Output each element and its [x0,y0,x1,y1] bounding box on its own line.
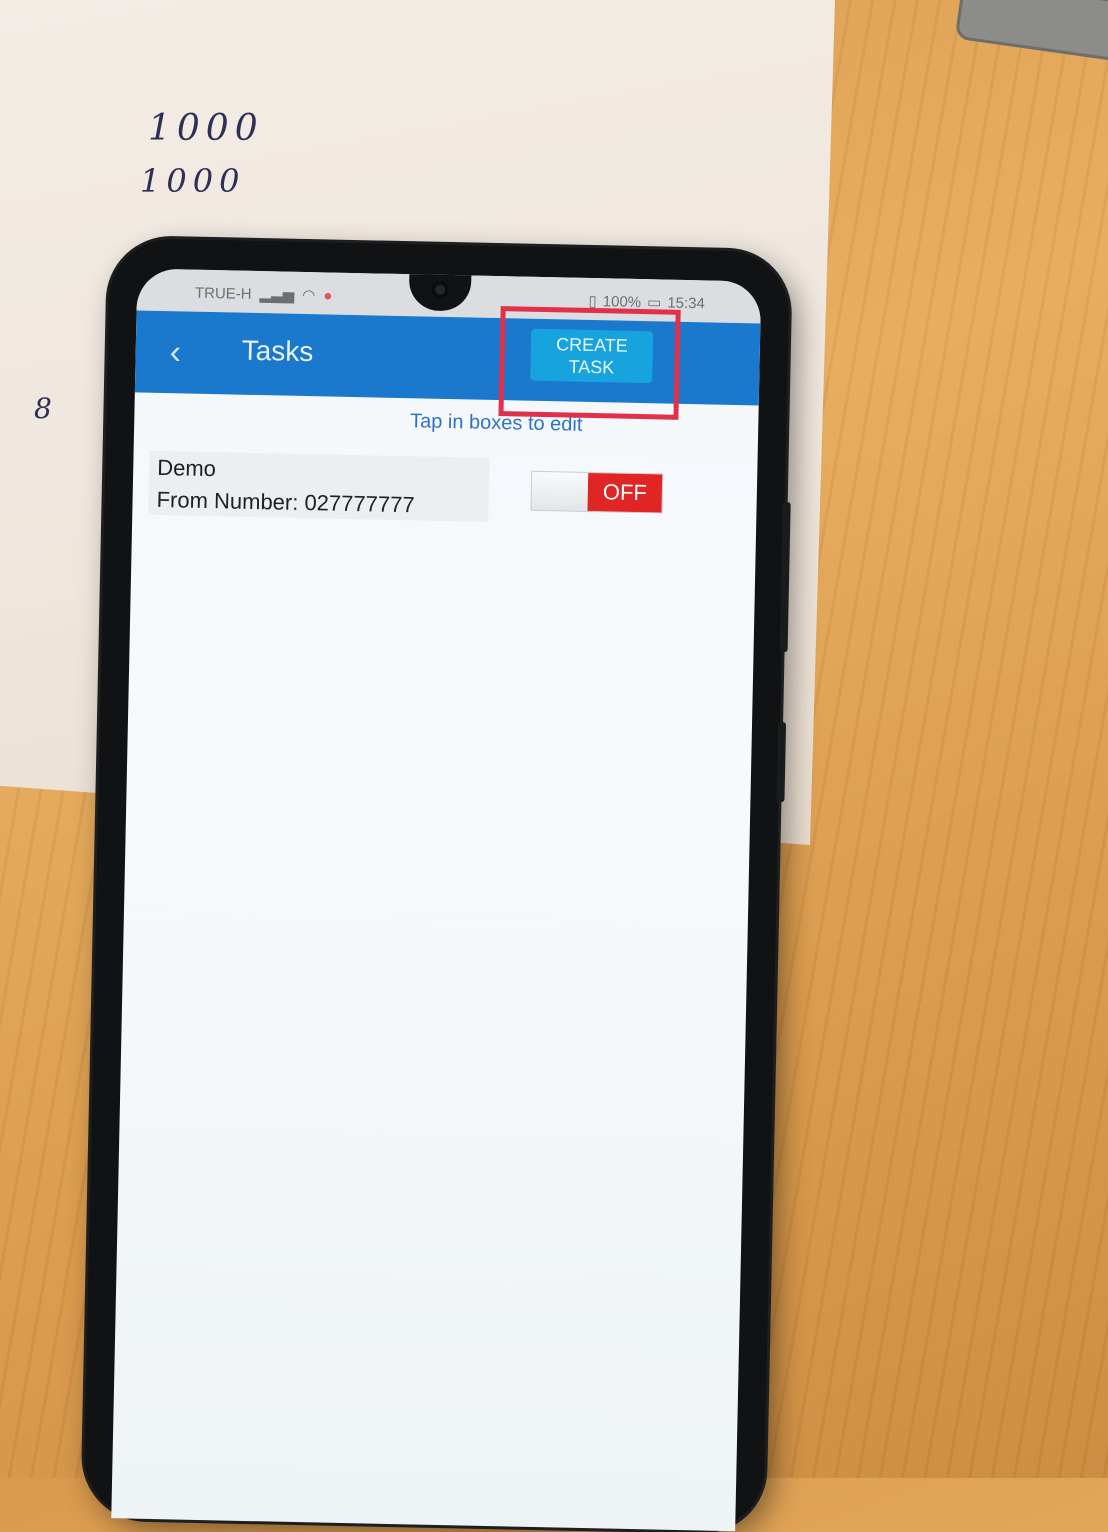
task-card[interactable]: Demo From Number: 027777777 [148,450,490,522]
paper-note-2: 1000 [140,162,246,200]
task-name: Demo [157,454,217,482]
phone-screen: TRUE-H ▂▃▅ ◠ ● ▯ 100% ▭ 15:34 ‹ Tasks CR… [111,268,762,1532]
task-row[interactable]: Demo From Number: 027777777 OFF [148,450,674,526]
paper-note-1: 1000 [148,108,264,149]
wifi-icon: ◠ [302,286,316,305]
edit-hint: Tap in boxes to edit [409,410,583,436]
create-task-label-line2: TASK [568,356,615,378]
back-chevron-icon[interactable]: ‹ [169,333,181,372]
task-toggle[interactable]: OFF [530,470,664,514]
camera-notch [408,272,472,312]
front-camera-icon [430,280,450,299]
signal-icon: ▂▃▅ [259,286,295,304]
phone-device: TRUE-H ▂▃▅ ◠ ● ▯ 100% ▭ 15:34 ‹ Tasks CR… [83,237,791,1532]
paper-note-3: 8 [34,392,58,425]
notification-icon: ● [323,286,333,305]
app-bar: ‹ Tasks CREATE TASK [134,306,761,420]
page-title: Tasks [241,334,314,368]
toggle-off-label: OFF [587,472,663,513]
task-from-number: From Number: 027777777 [156,486,415,518]
create-task-button[interactable]: CREATE TASK [530,328,654,384]
carrier-label: TRUE-H [194,284,252,303]
create-task-label-line1: CREATE [555,334,628,356]
power-button [776,721,787,803]
